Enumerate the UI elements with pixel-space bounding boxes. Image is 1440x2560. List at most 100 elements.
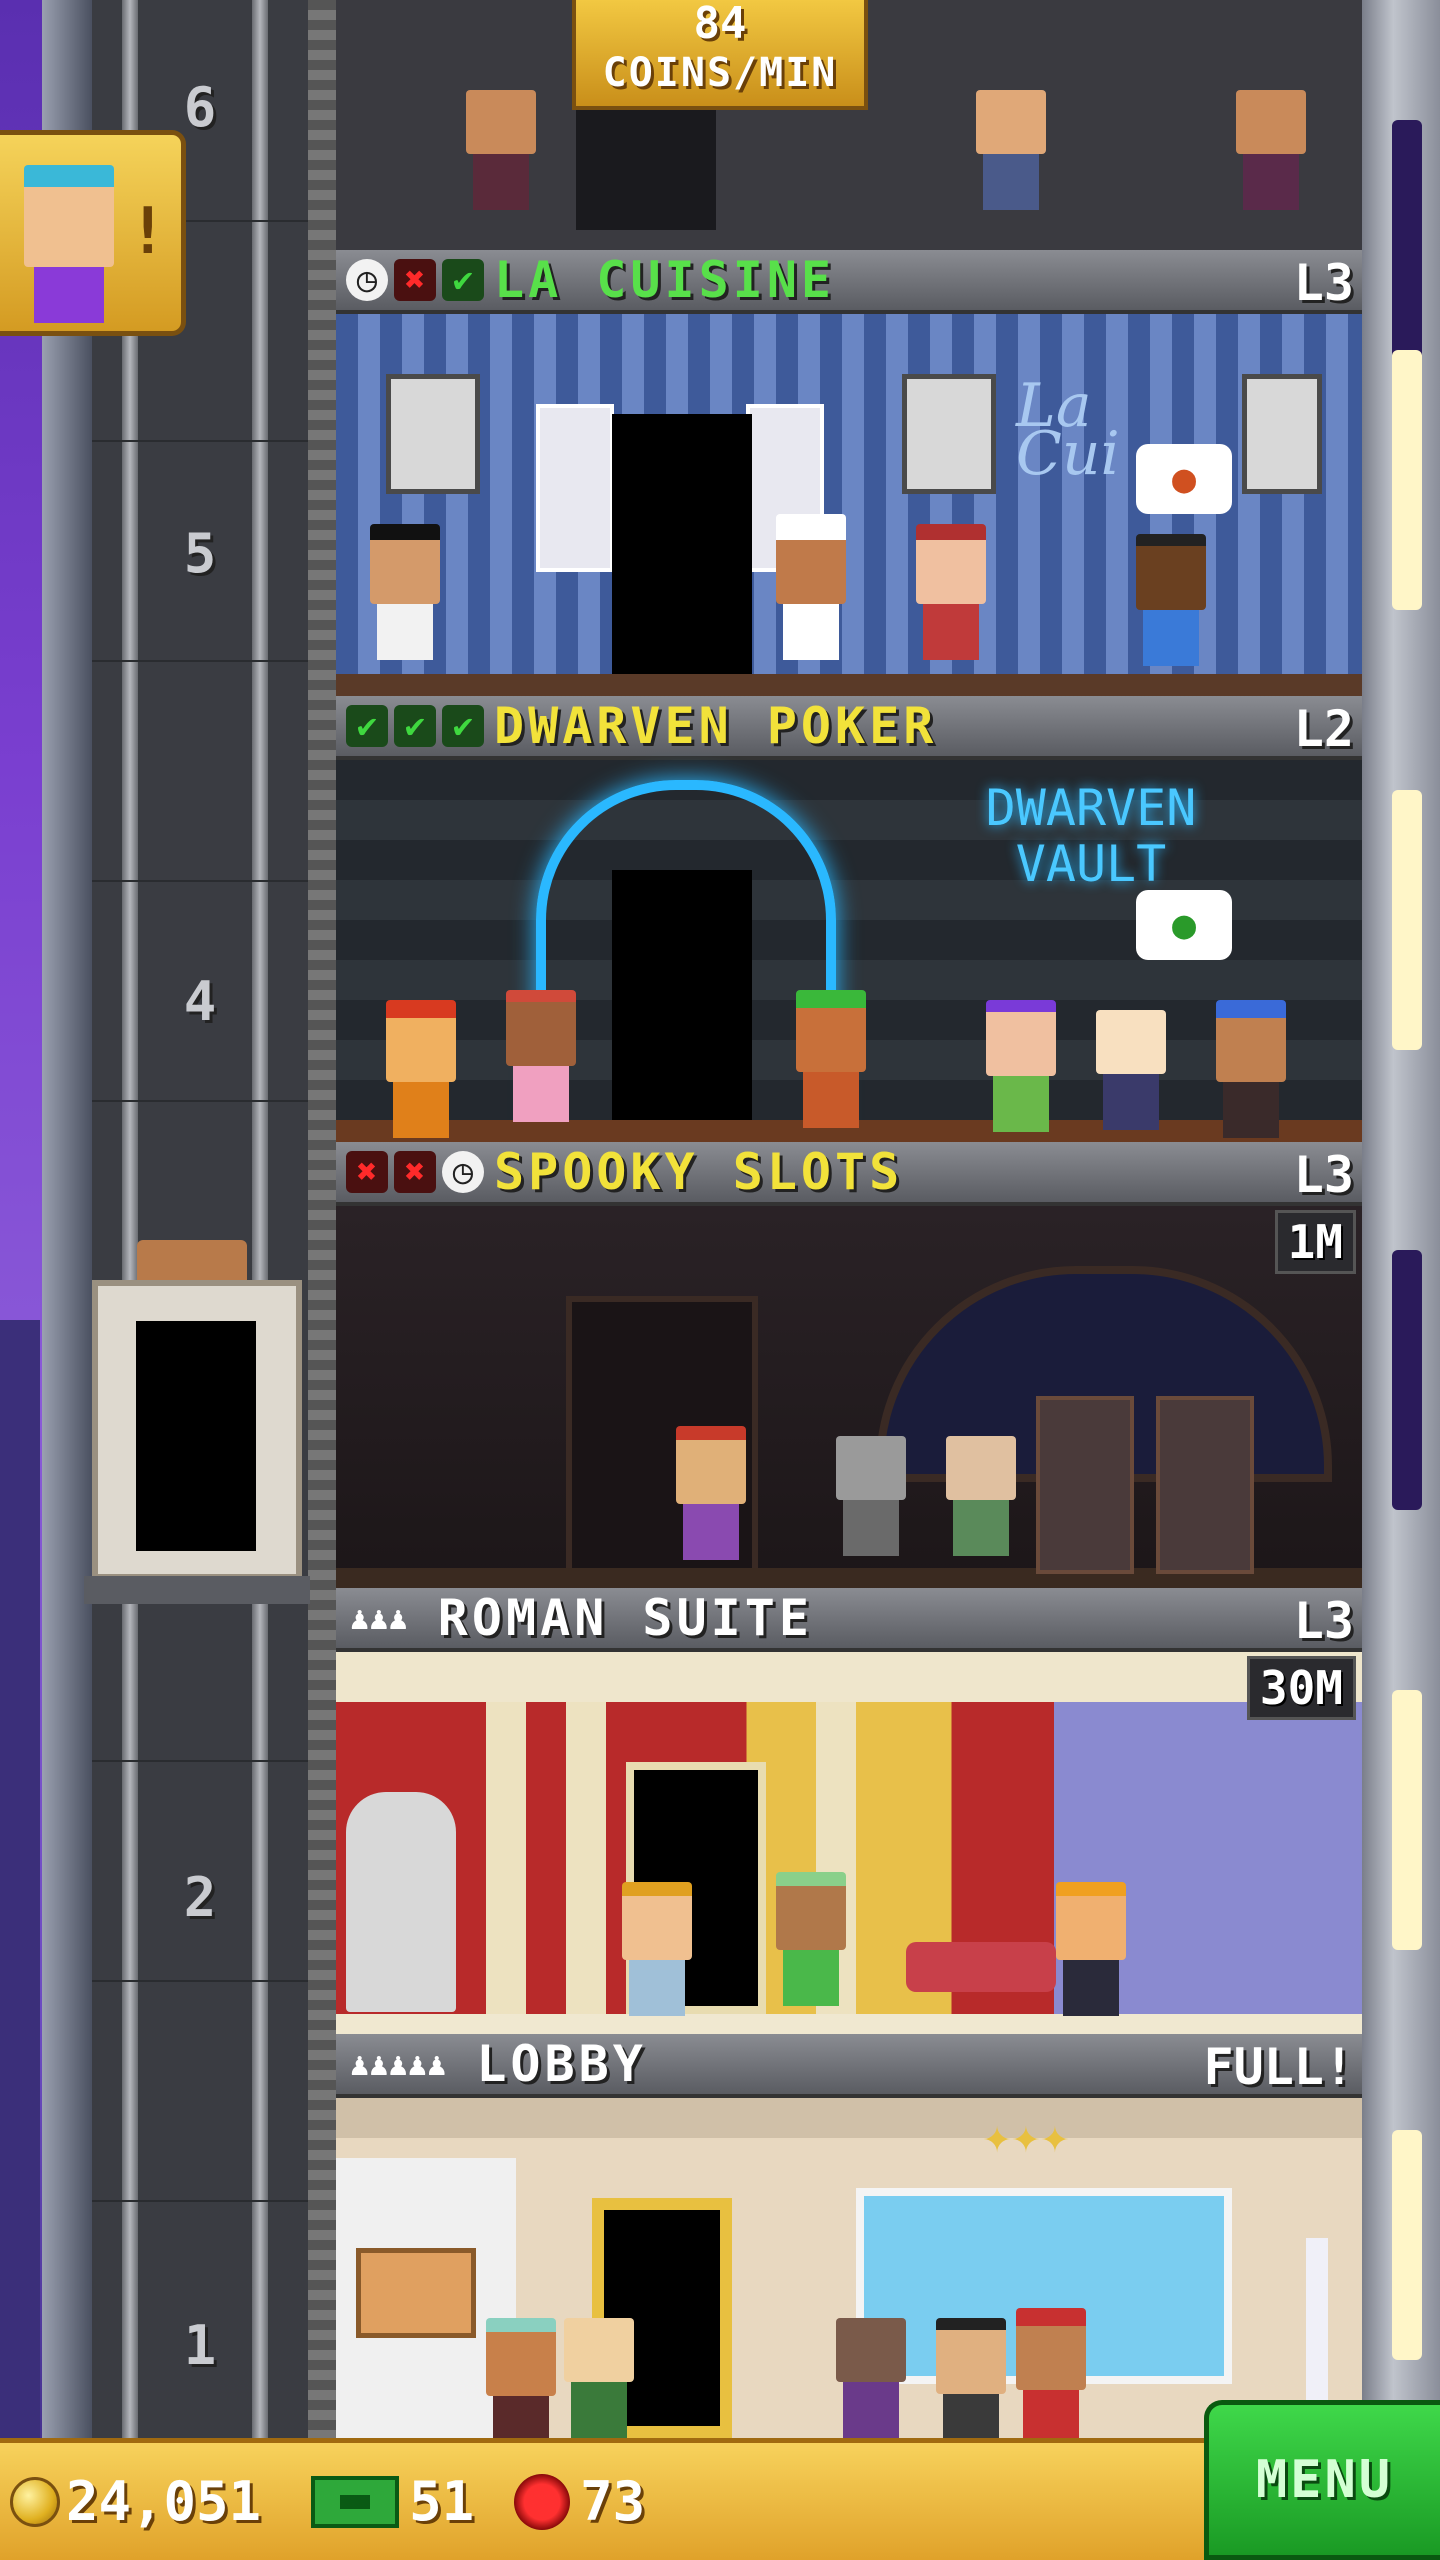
menu-button[interactable]: MENU <box>1204 2400 1440 2560</box>
floor-header: ✖ ✖ ◷ SPOOKY SLOTS L3 <box>336 1142 1362 1206</box>
bux-stat[interactable]: 51 <box>271 2470 474 2533</box>
visitor[interactable] <box>986 1000 1056 1132</box>
room-door <box>612 414 752 676</box>
resident-body <box>783 1950 839 2006</box>
elevator-shaft[interactable] <box>92 0 322 2440</box>
bellhop-body <box>1023 2390 1079 2438</box>
vault-sign: DWARVEN VAULT <box>926 780 1256 900</box>
city-skyline <box>0 1320 40 2560</box>
floor-roman-suite[interactable]: ♟♟♟ ROMAN SUITE L3 30M <box>336 1588 1362 2034</box>
dwarf[interactable] <box>796 990 866 1128</box>
visitor[interactable] <box>916 524 986 660</box>
tower-core-strip <box>308 0 336 2440</box>
visitor-head <box>976 90 1046 154</box>
check-icon: ✔ <box>394 705 436 747</box>
status-icons: ✖ ✖ ◷ <box>346 1151 484 1193</box>
floor-level: L3 <box>1293 1592 1354 1650</box>
status-icons: ✔ ✔ ✔ <box>346 705 484 747</box>
floor-lobby[interactable]: ♟♟♟♟♟ LOBBY FULL! ✦✦✦ <box>336 2034 1362 2438</box>
visitor-head <box>936 2318 1006 2394</box>
floor-level: L3 <box>1293 1146 1354 1204</box>
visitor[interactable] <box>506 990 576 1122</box>
visitor[interactable] <box>1096 1010 1166 1130</box>
visitor[interactable] <box>946 1436 1016 1556</box>
cornice <box>336 1652 1362 1702</box>
food-thought-bubble: ● <box>1136 444 1232 514</box>
floor-dwarven-poker[interactable]: ✔ ✔ ✔ DWARVEN POKER L2 DWARVEN VAULT ● <box>336 696 1362 1142</box>
elevator-car[interactable] <box>84 1240 310 1604</box>
visitor-body <box>683 1504 739 1560</box>
visitor-head <box>466 90 536 154</box>
tickets-value: 73 <box>580 2470 646 2533</box>
dwarf[interactable] <box>386 1000 456 1138</box>
restaurant-logo-line-2: Cui <box>1016 419 1120 489</box>
visitor[interactable] <box>1236 90 1306 210</box>
tower-left-edge <box>42 0 92 2560</box>
shaft-line <box>92 440 322 442</box>
waiter-head <box>370 524 440 604</box>
vault-sign-line-1: DWARVEN <box>985 779 1197 837</box>
window <box>1392 120 1422 380</box>
resident-head <box>622 1882 692 1960</box>
resident-icons: ♟♟♟♟♟ <box>350 2045 447 2083</box>
zombie-head <box>836 1436 906 1500</box>
bellhop[interactable] <box>1016 2308 1086 2438</box>
bux-icon <box>311 2475 400 2528</box>
visitor-body <box>473 154 529 210</box>
visitor[interactable] <box>564 2318 634 2438</box>
floor-header: ✔ ✔ ✔ DWARVEN POKER L2 <box>336 696 1362 760</box>
resident[interactable] <box>622 1882 692 2016</box>
game-screen: 6 5 4 2 1 84 COINS/MIN ◷ ✖ ✔ LA CUISINE … <box>0 0 1440 2560</box>
floor-number-2: 2 <box>183 1866 217 1929</box>
wall-painting <box>1242 374 1322 494</box>
waiter-body <box>377 604 433 660</box>
slot-machine <box>1156 1396 1254 1574</box>
resident[interactable] <box>1056 1882 1126 2016</box>
visitor[interactable] <box>1136 534 1206 666</box>
elevator-base <box>84 1576 310 1604</box>
visitor[interactable] <box>976 90 1046 210</box>
visitor-body <box>923 604 979 660</box>
column <box>486 1702 526 2022</box>
coin-icon <box>10 2476 60 2527</box>
visitor-head <box>1236 90 1306 154</box>
visitor[interactable] <box>466 90 536 210</box>
shaft-line <box>92 660 322 662</box>
statue <box>346 1792 456 2012</box>
elevator-motor <box>137 1240 247 1280</box>
restaurant-logo: La Cui <box>1016 376 1136 484</box>
coins-stat[interactable]: 24,051 <box>10 2470 261 2533</box>
coins-value: 24,051 <box>66 2470 262 2533</box>
waiter[interactable] <box>370 524 440 660</box>
room-interior <box>336 1652 1362 2034</box>
visitor-notification-button[interactable]: ! <box>0 130 186 336</box>
status-icons: ◷ ✖ ✔ <box>346 259 484 301</box>
dwarf-body <box>393 1082 449 1138</box>
zombie[interactable] <box>836 1436 906 1556</box>
visitor-body <box>983 154 1039 210</box>
chef[interactable] <box>776 514 846 660</box>
visitor-body <box>1143 610 1199 666</box>
tickets-stat[interactable]: 73 <box>484 2470 645 2533</box>
coins-per-min-sign: 84 COINS/MIN <box>572 0 868 110</box>
shaft-line <box>92 1980 322 1982</box>
floor-la-cuisine[interactable]: ◷ ✖ ✔ LA CUISINE L3 La Cui ● <box>336 250 1362 696</box>
column <box>566 1702 606 2022</box>
visitor[interactable] <box>676 1426 746 1560</box>
floor-spooky-slots[interactable]: ✖ ✖ ◷ SPOOKY SLOTS L3 1M <box>336 1142 1362 1588</box>
resident-icons: ♟♟♟ <box>350 1599 408 1637</box>
dwarf-head <box>796 990 866 1072</box>
timer-badge: 30M <box>1246 1656 1356 1720</box>
room-door <box>612 870 752 1142</box>
floor-level: L3 <box>1293 254 1354 312</box>
visitor[interactable] <box>936 2318 1006 2438</box>
dwarf[interactable] <box>1216 1000 1286 1138</box>
bux-value: 51 <box>409 2470 475 2533</box>
resident[interactable] <box>776 1872 846 2006</box>
check-icon: ✔ <box>442 259 484 301</box>
visitor-head <box>916 524 986 604</box>
notification-avatar <box>24 165 114 323</box>
visitor[interactable] <box>836 2318 906 2438</box>
visitor[interactable] <box>486 2318 556 2438</box>
elevator-door <box>136 1321 256 1551</box>
